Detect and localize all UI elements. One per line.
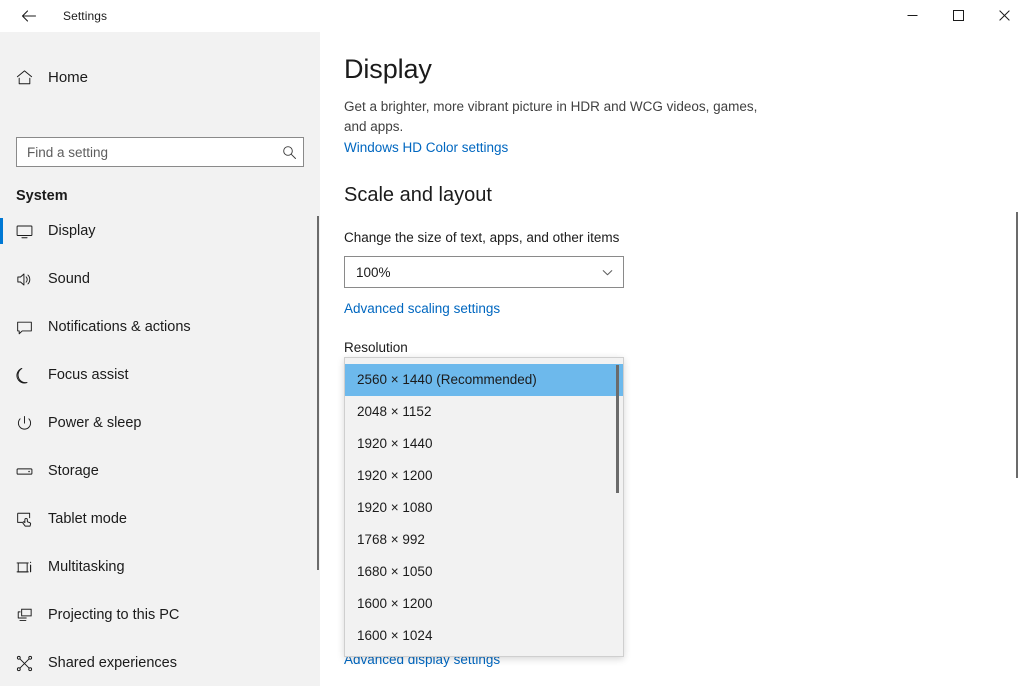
minimize-button[interactable] [889,0,935,32]
minimize-icon [907,9,918,24]
resolution-option[interactable]: 1600 × 1024 [345,620,623,652]
speaker-icon [0,270,48,289]
close-button[interactable] [981,0,1027,32]
back-button[interactable] [6,0,52,32]
sidebar-item-focus-assist[interactable]: Focus assist [0,351,320,399]
resolution-option[interactable]: 1768 × 992 [345,524,623,556]
sidebar-item-label: Shared experiences [48,655,177,671]
close-icon [998,9,1010,24]
power-icon [0,414,48,433]
resolution-option[interactable]: 1920 × 1200 [345,460,623,492]
sidebar: Home System Display [0,32,320,686]
sidebar-item-label: Projecting to this PC [48,607,180,623]
monitor-icon [0,222,48,241]
projecting-icon [0,606,48,625]
sidebar-item-power-sleep[interactable]: Power & sleep [0,399,320,447]
sidebar-item-storage[interactable]: Storage [0,447,320,495]
sidebar-item-projecting-to-this-pc[interactable]: Projecting to this PC [0,591,320,639]
sidebar-item-display[interactable]: Display [0,207,320,255]
multitasking-icon [0,558,48,577]
sidebar-item-label: Tablet mode [48,511,127,527]
sidebar-item-label: Sound [48,271,90,287]
sidebar-item-tablet-mode[interactable]: Tablet mode [0,495,320,543]
scale-dropdown[interactable]: 100% [344,256,624,288]
sidebar-item-label: Notifications & actions [48,319,191,335]
sidebar-nav-list: Display Sound Notifications & actions Fo… [0,207,320,686]
sidebar-item-label: Display [48,223,96,239]
sidebar-item-label: Storage [48,463,99,479]
storage-icon [0,462,48,481]
resolution-option[interactable]: 1680 × 1050 [345,556,623,588]
title-bar: Settings [0,0,1027,32]
sidebar-item-home[interactable]: Home [0,57,320,97]
resolution-option[interactable]: 2048 × 1152 [345,396,623,428]
tablet-icon [0,510,48,529]
resolution-dropdown-popup: 2560 × 1440 (Recommended) 2048 × 1152 19… [344,357,624,657]
sidebar-home-label: Home [48,68,89,86]
resolution-option[interactable]: 1920 × 1440 [345,428,623,460]
resolution-option[interactable]: 2560 × 1440 (Recommended) [345,364,623,396]
sidebar-item-label: Multitasking [48,559,125,575]
sidebar-item-label: Power & sleep [48,415,142,431]
home-icon [0,68,48,87]
header-description: Get a brighter, more vibrant picture in … [344,99,758,134]
sidebar-item-sound[interactable]: Sound [0,255,320,303]
maximize-button[interactable] [935,0,981,32]
back-arrow-icon [20,7,38,25]
maximize-icon [952,9,964,24]
notification-icon [0,318,48,337]
search-input[interactable] [17,144,275,160]
moon-icon [0,366,48,385]
sidebar-item-label: Focus assist [48,367,129,383]
resolution-label: Resolution [344,340,408,355]
scale-dropdown-value: 100% [356,264,391,280]
sidebar-scrollbar[interactable] [317,216,319,570]
resolution-option[interactable]: 1600 × 1200 [345,588,623,620]
sidebar-section-title: System [16,188,68,204]
scale-and-layout-heading: Scale and layout [344,184,492,206]
shared-experiences-icon [0,654,48,673]
sidebar-item-notifications-actions[interactable]: Notifications & actions [0,303,320,351]
settings-window: Settings Home Find a setting System Disp… [0,0,1027,686]
window-controls [889,0,1027,32]
page-title: Display [344,54,432,84]
advanced-scaling-settings-link[interactable]: Advanced scaling settings [344,301,500,316]
resolution-option-list: 2560 × 1440 (Recommended) 2048 × 1152 19… [345,364,623,652]
content-scrollbar[interactable] [1016,212,1018,478]
sidebar-item-multitasking[interactable]: Multitasking [0,543,320,591]
search-box[interactable] [16,137,304,167]
chevron-down-icon [601,266,614,279]
resolution-option[interactable]: 1920 × 1080 [345,492,623,524]
search-icon[interactable] [275,145,303,160]
resolution-dropdown-scrollbar[interactable] [616,365,619,493]
window-title: Settings [63,9,108,23]
windows-hd-color-settings-link[interactable]: Windows HD Color settings [344,140,508,155]
scale-label: Change the size of text, apps, and other… [344,230,620,245]
sidebar-item-shared-experiences[interactable]: Shared experiences [0,639,320,686]
